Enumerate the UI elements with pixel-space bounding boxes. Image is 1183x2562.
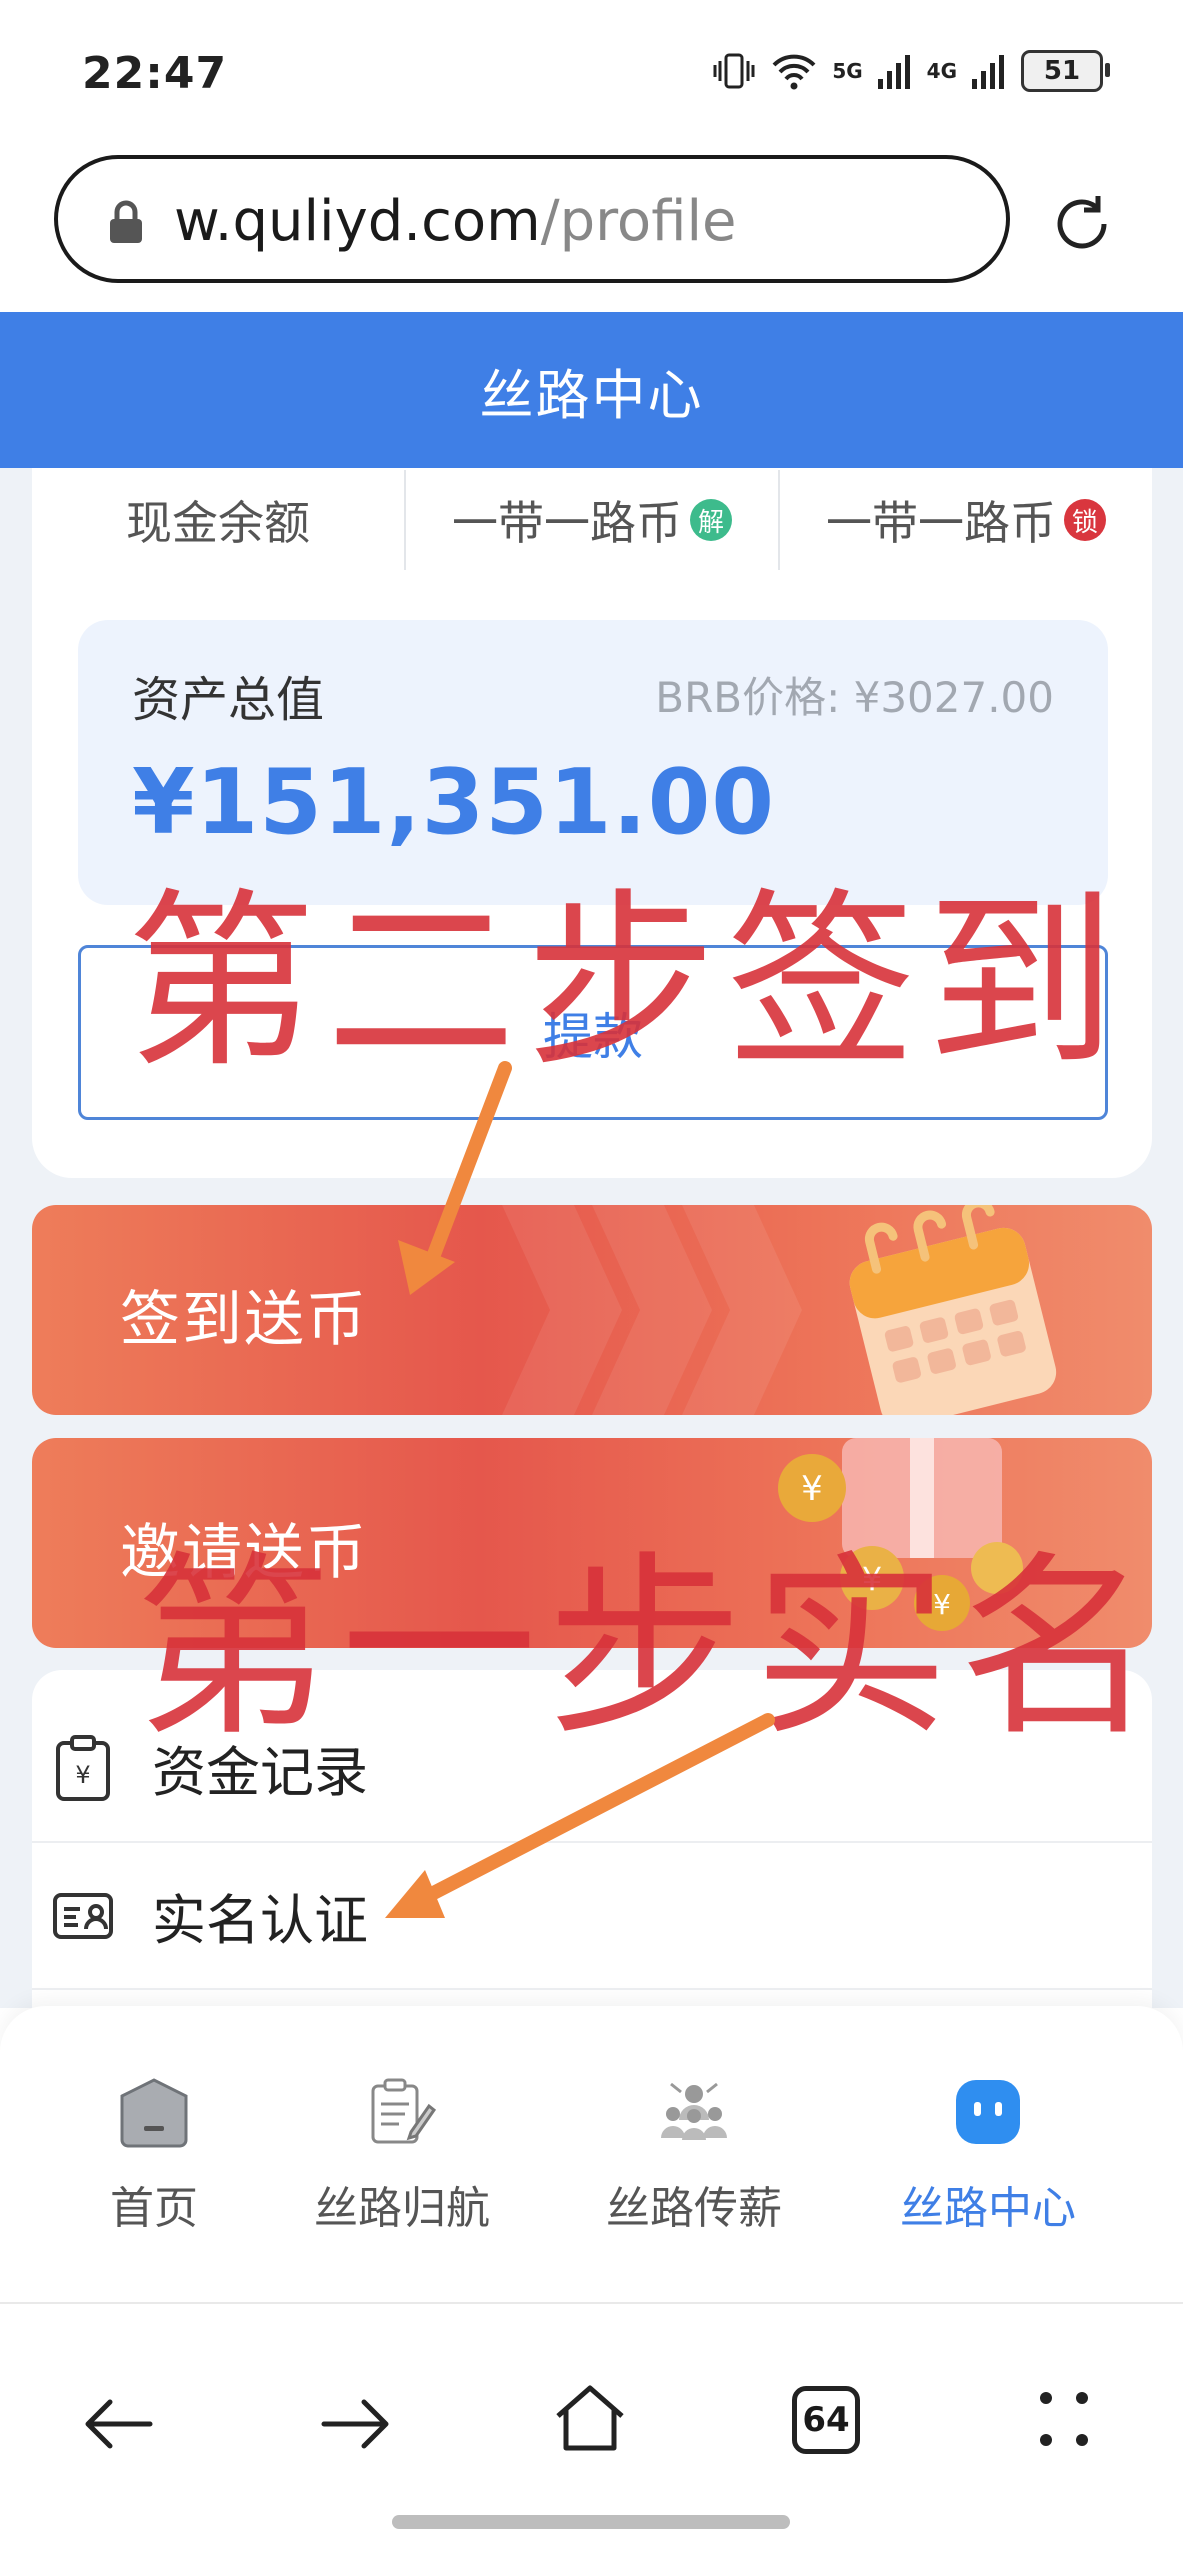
url-host: w.quliyd.com (174, 189, 541, 254)
back-arrow-icon[interactable] (80, 2394, 156, 2454)
url-text[interactable]: w.quliyd.com/profile (174, 189, 736, 254)
home-nav-icon[interactable] (552, 2382, 628, 2454)
battery-icon: 51 (1021, 50, 1110, 92)
status-time: 22:47 (82, 48, 228, 99)
tab-cash-balance[interactable]: 现金余额 (32, 470, 404, 570)
tab-brb-locked[interactable]: 一带一路币锁 (778, 470, 1152, 570)
annotation-step2: 第二步签到 (126, 872, 1127, 1093)
forward-arrow-icon[interactable] (318, 2394, 394, 2454)
net-5g-label: 5G (832, 59, 863, 83)
nav-label: 丝路归航 (314, 2183, 490, 2234)
status-icons: 5G 4G 51 (712, 50, 1110, 92)
yuan-clipboard-icon: ¥ (56, 1734, 110, 1801)
address-bar[interactable]: w.quliyd.com/profile (54, 155, 1010, 283)
divider (32, 1988, 1152, 1990)
brb-price: BRB价格: ¥3027.00 (655, 673, 1054, 722)
page-title: 丝路中心 (0, 312, 1183, 468)
menu-item-label: 实名认证 (152, 1889, 368, 1952)
nav-silk-center[interactable]: 丝路中心 (868, 2076, 1108, 2236)
nav-silk-return[interactable]: 丝路归航 (282, 2076, 522, 2236)
tab-label: 现金余额 (126, 496, 310, 550)
checkin-label: 签到送币 (120, 1285, 368, 1355)
lock-icon (110, 200, 142, 243)
nav-label: 首页 (110, 2183, 198, 2234)
wallet-tabs: 现金余额 一带一路币解 一带一路币锁 (32, 470, 1152, 570)
nav-silk-legacy[interactable]: 丝路传薪 (574, 2076, 814, 2236)
net-4g-label: 4G (926, 59, 957, 83)
home-icon (120, 2078, 188, 2148)
nav-label: 丝路中心 (900, 2183, 1076, 2234)
wifi-icon (772, 54, 816, 90)
signal-icon-2 (972, 55, 1004, 89)
reload-icon[interactable] (1048, 190, 1116, 258)
bottom-tab-bar: 首页 丝路归航 丝路传薪 丝路中心 (0, 2006, 1183, 2302)
calendar-icon (849, 1205, 1057, 1415)
svg-text:¥: ¥ (75, 1761, 90, 1789)
tab-label: 一带一路币 (452, 496, 682, 550)
status-bar: 22:47 5G 4G 51 (0, 0, 1183, 150)
url-path: /profile (540, 189, 737, 254)
vibrate-icon (713, 53, 755, 89)
chevron-decor (502, 1205, 622, 1415)
clipboard-pen-icon (371, 2078, 437, 2144)
tab-count: 64 (802, 2400, 850, 2440)
team-icon (661, 2082, 727, 2140)
home-indicator (392, 2515, 790, 2529)
nav-home[interactable]: 首页 (34, 2076, 274, 2236)
total-assets-label: 资产总值 (132, 672, 325, 728)
tab-brb-unlocked[interactable]: 一带一路币解 (404, 470, 778, 570)
tab-label: 一带一路币 (826, 496, 1056, 550)
menu-item-real-name[interactable]: 实名认证 (0, 1843, 1120, 1988)
battery-level: 51 (1043, 56, 1081, 86)
nav-label: 丝路传薪 (606, 2183, 782, 2234)
robot-face-icon (956, 2080, 1020, 2144)
locked-badge: 锁 (1064, 499, 1106, 541)
annotation-step1: 第一步实名 (135, 1535, 1166, 1763)
checkin-banner[interactable]: 签到送币 (32, 1205, 1152, 1415)
id-card-icon (53, 1892, 113, 1939)
unlocked-badge: 解 (690, 499, 732, 541)
signal-icon (877, 55, 910, 89)
more-menu-icon[interactable] (1034, 2384, 1094, 2454)
tabs-count-button[interactable]: 64 (792, 2386, 860, 2454)
